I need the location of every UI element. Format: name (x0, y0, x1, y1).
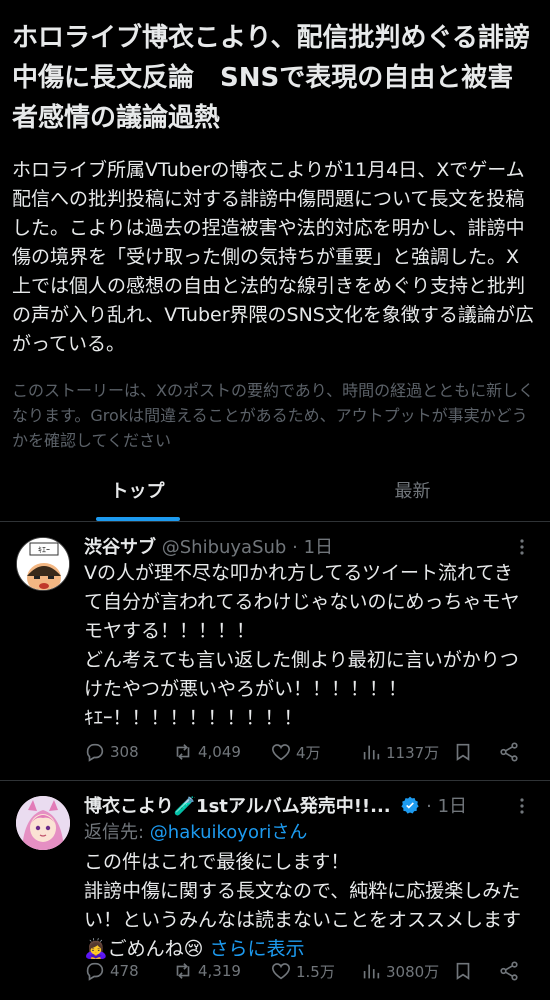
tweet[interactable]: 博衣こより🧪1stアルバム発売中!!... · 1日 返信先: @hakuiko… (0, 782, 550, 1000)
avatar-caption: ｷｴｰ (38, 546, 50, 555)
bookmark-icon (456, 743, 470, 761)
views-icon (363, 745, 380, 760)
avatar[interactable] (16, 796, 70, 850)
tweet-line: Vの人が理不尽な叩かれ方してるツイート流れてきて自分が言われてるわけじゃないのに… (84, 562, 520, 642)
like-count: 4万 (296, 743, 321, 762)
retweet-icon (176, 744, 190, 760)
retweet-button[interactable]: 4,049 (172, 737, 241, 767)
bookmark-icon (456, 962, 470, 980)
share-button[interactable] (498, 956, 520, 986)
tweet-actions: 478 4,319 1.5万 3080万 (84, 956, 534, 986)
tweet-line: どん考えても言い返した側より最初に言いがかりつけたやつが悪いやろがい！！！！！！ (84, 649, 519, 700)
share-button[interactable] (498, 737, 520, 767)
reply-count: 478 (110, 962, 139, 980)
views-icon (363, 964, 380, 979)
tweet-line: 誹謗中傷に関する長文なので、純粋に応援楽しみたい！というみんなは読まないことをオ… (84, 877, 530, 964)
tweet-text: この件はこれで最後にします！ 誹謗中傷に関する長文なので、純粋に応援楽しみたい！… (84, 848, 530, 964)
views-button[interactable]: 3080万 (360, 956, 439, 986)
more-icon[interactable] (512, 537, 532, 557)
user-handle[interactable]: @ShibuyaSub (162, 537, 287, 558)
tab-top[interactable]: トップ (0, 466, 275, 521)
reply-icon (86, 743, 104, 762)
display-name[interactable]: 博衣こより🧪1stアルバム発売中!!... (84, 796, 391, 817)
reply-button[interactable]: 478 (84, 956, 139, 986)
reply-mention-link[interactable]: @hakuikoyoriさん (150, 822, 308, 843)
view-count: 1137万 (386, 743, 440, 762)
tweet-line: ｷｴｰ！！！！！！！！！！ (84, 707, 303, 729)
verified-icon (400, 795, 420, 823)
replying-to: 返信先: @hakuikoyoriさん (84, 820, 307, 846)
reply-prefix: 返信先: (84, 822, 150, 843)
retweet-icon (176, 963, 190, 979)
like-button[interactable]: 4万 (270, 737, 321, 767)
views-button[interactable]: 1137万 (360, 737, 439, 767)
timestamp[interactable]: 1日 (304, 537, 333, 558)
bookmark-button[interactable] (452, 956, 474, 986)
like-count: 1.5万 (296, 962, 335, 981)
story-summary: ホロライブ所属VTuberの博衣こよりが11月4日、Xでゲーム配信への批判投稿に… (12, 159, 534, 355)
tweet-text: Vの人が理不尽な叩かれ方してるツイート流れてきて自分が言われてるわけじゃないのに… (84, 559, 530, 733)
tab-bar: トップ 最新 (0, 466, 550, 522)
bookmark-button[interactable] (452, 737, 474, 767)
avatar-illustration: ｷｴｰ (17, 538, 69, 590)
avatar-illustration (16, 796, 70, 850)
view-count: 3080万 (386, 962, 440, 981)
tab-top-label: トップ (110, 481, 165, 502)
retweet-count: 4,049 (198, 743, 241, 761)
share-icon (500, 961, 518, 981)
tab-latest-label: 最新 (394, 481, 431, 502)
grok-disclaimer: このストーリーは、Xのポストの要約であり、時間の経過とともに新しくなります。Gr… (12, 381, 535, 450)
retweet-button[interactable]: 4,319 (172, 956, 241, 986)
tweet-header: 博衣こより🧪1stアルバム発売中!!... · 1日 (84, 794, 504, 820)
separator-dot: · (426, 796, 432, 817)
story-title: ホロライブ博衣こより、配信批判めぐる誹謗中傷に長文反論 SNSで表現の自由と被害… (12, 23, 530, 133)
tweet-line: この件はこれで最後にします！ (84, 851, 350, 873)
tweet[interactable]: ｷｴｰ 渋谷サブ @ShibuyaSub · 1日 Vの人が理不尽な叩かれ方して… (0, 523, 550, 781)
more-icon[interactable] (512, 796, 532, 816)
share-icon (500, 742, 518, 762)
like-button[interactable]: 1.5万 (270, 956, 335, 986)
timestamp[interactable]: 1日 (438, 796, 467, 817)
tweet-actions: 308 4,049 4万 1137万 (84, 737, 534, 767)
tweet-header: 渋谷サブ @ShibuyaSub · 1日 (84, 535, 504, 561)
active-tab-indicator (96, 517, 180, 521)
reply-count: 308 (110, 743, 139, 761)
display-name[interactable]: 渋谷サブ (84, 537, 156, 558)
like-icon (271, 963, 291, 980)
tab-latest[interactable]: 最新 (275, 466, 550, 521)
reply-button[interactable]: 308 (84, 737, 139, 767)
avatar[interactable]: ｷｴｰ (16, 537, 70, 591)
like-icon (271, 744, 291, 761)
separator-dot: · (292, 537, 298, 558)
retweet-count: 4,319 (198, 962, 241, 980)
reply-icon (86, 962, 104, 981)
